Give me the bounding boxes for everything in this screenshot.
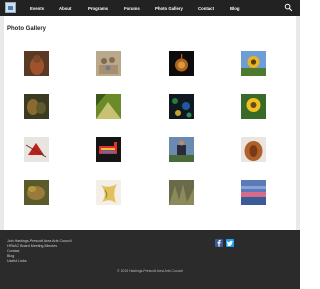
photo-image <box>24 51 49 76</box>
gallery-thumbnail[interactable] <box>24 94 49 119</box>
photo-image <box>241 51 266 76</box>
page: Events About Programs Forums Photo Galle… <box>0 0 300 289</box>
photo-image <box>24 180 49 205</box>
gallery-thumbnail[interactable] <box>169 180 194 205</box>
gallery-thumbnail[interactable] <box>169 51 194 76</box>
copyright-text: © 2015 Hastings-Prescott Area Arts Counc… <box>117 269 183 273</box>
photo-image <box>96 94 121 119</box>
facebook-icon[interactable] <box>215 239 223 247</box>
photo-image <box>241 137 266 162</box>
site-footer: Join Hastings-Prescott Area Arts Council… <box>0 230 300 289</box>
photo-image <box>169 94 194 119</box>
gallery-thumbnail[interactable] <box>24 137 49 162</box>
gallery-thumbnail[interactable] <box>96 180 121 205</box>
gallery-thumbnail[interactable] <box>96 137 121 162</box>
footer-link-useful-links[interactable]: Useful Links <box>7 259 27 264</box>
photo-image <box>241 94 266 119</box>
photo-image <box>241 180 266 205</box>
gallery-thumbnail[interactable] <box>241 137 266 162</box>
gallery-thumbnail[interactable] <box>241 180 266 205</box>
twitter-icon[interactable] <box>226 239 234 247</box>
photo-image <box>96 137 121 162</box>
photo-image <box>169 180 194 205</box>
photo-image <box>96 180 121 205</box>
photo-image <box>169 137 194 162</box>
gallery-thumbnail[interactable] <box>24 51 49 76</box>
gallery-thumbnail[interactable] <box>96 51 121 76</box>
photo-image <box>24 137 49 162</box>
gallery-thumbnail[interactable] <box>96 94 121 119</box>
gallery-thumbnail[interactable] <box>169 94 194 119</box>
photo-gallery-grid <box>0 0 300 230</box>
photo-image <box>169 51 194 76</box>
gallery-thumbnail[interactable] <box>24 180 49 205</box>
gallery-thumbnail[interactable] <box>241 51 266 76</box>
photo-image <box>96 51 121 76</box>
gallery-thumbnail[interactable] <box>241 94 266 119</box>
gallery-thumbnail[interactable] <box>169 137 194 162</box>
photo-image <box>24 94 49 119</box>
